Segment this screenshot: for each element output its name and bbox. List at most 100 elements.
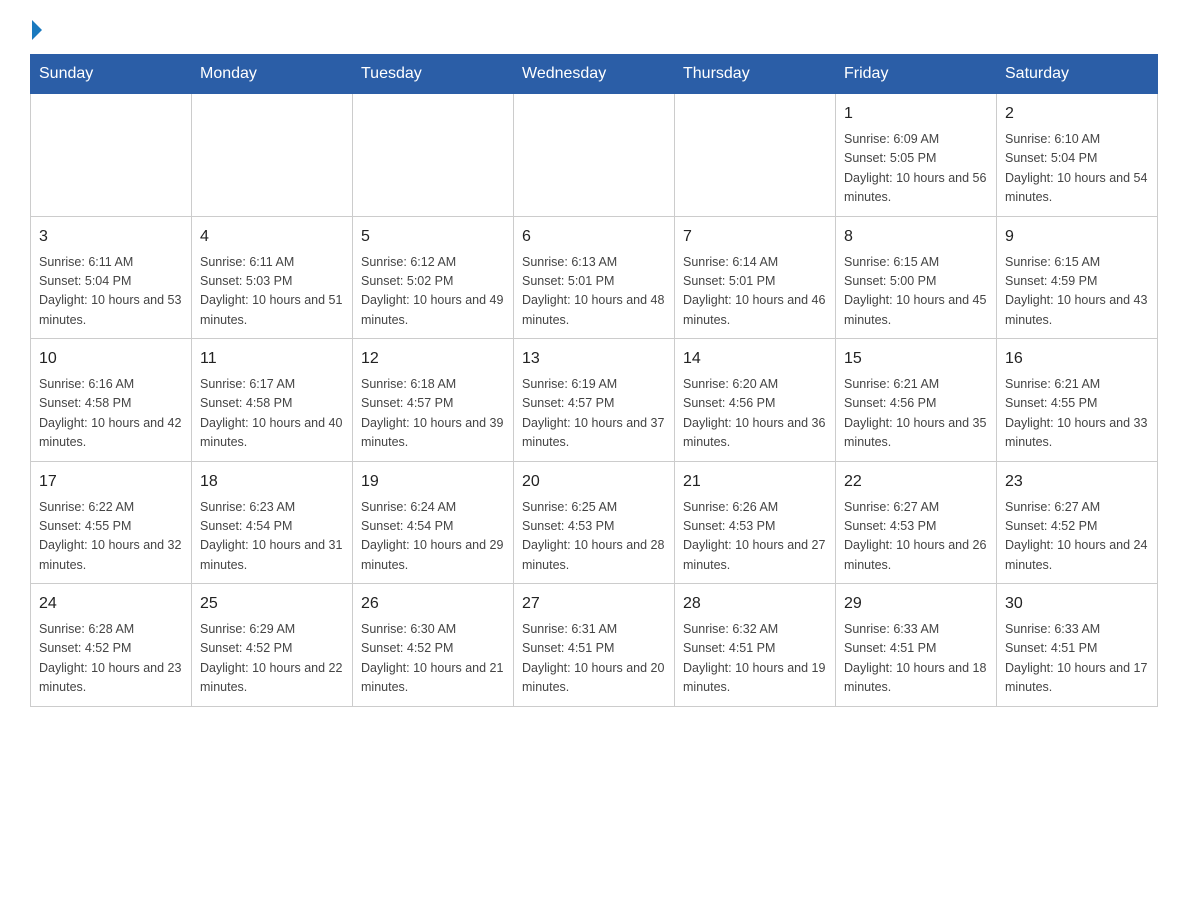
day-cell: 3 Sunrise: 6:11 AMSunset: 5:04 PMDaylight…: [31, 216, 192, 339]
logo-text: [30, 20, 42, 42]
day-number: 4: [200, 225, 344, 249]
day-cell: 26Sunrise: 6:30 AMSunset: 4:52 PMDayligh…: [353, 584, 514, 707]
day-info: Sunrise: 6:26 AMSunset: 4:53 PMDaylight:…: [683, 498, 827, 576]
day-number: 19: [361, 470, 505, 494]
day-cell: [675, 94, 836, 217]
day-info: Sunrise: 6:27 AMSunset: 4:53 PMDaylight:…: [844, 498, 988, 576]
day-number: 15: [844, 347, 988, 371]
day-info: Sunrise: 6:09 AMSunset: 5:05 PMDaylight:…: [844, 130, 988, 208]
day-cell: 7 Sunrise: 6:14 AMSunset: 5:01 PMDaylight…: [675, 216, 836, 339]
day-number: 2: [1005, 102, 1149, 126]
week-row-4: 17 Sunrise: 6:22 AMSunset: 4:55 PMDayligh…: [31, 461, 1158, 584]
day-number: 26: [361, 592, 505, 616]
day-info: Sunrise: 6:21 AMSunset: 4:55 PMDaylight:…: [1005, 375, 1149, 453]
day-number: 22: [844, 470, 988, 494]
day-number: 7: [683, 225, 827, 249]
day-cell: 24 Sunrise: 6:28 AMSunset: 4:52 PMDayligh…: [31, 584, 192, 707]
day-cell: 19 Sunrise: 6:24 AMSunset: 4:54 PMDayligh…: [353, 461, 514, 584]
day-cell: 20 Sunrise: 6:25 AMSunset: 4:53 PMDayligh…: [514, 461, 675, 584]
page-header: [30, 20, 1158, 38]
day-cell: [31, 94, 192, 217]
day-cell: 12 Sunrise: 6:18 AMSunset: 4:57 PMDayligh…: [353, 339, 514, 462]
day-number: 21: [683, 470, 827, 494]
day-info: Sunrise: 6:23 AMSunset: 4:54 PMDaylight:…: [200, 498, 344, 576]
day-info: Sunrise: 6:15 AMSunset: 5:00 PMDaylight:…: [844, 253, 988, 331]
day-cell: 17 Sunrise: 6:22 AMSunset: 4:55 PMDayligh…: [31, 461, 192, 584]
day-info: Sunrise: 6:27 AMSunset: 4:52 PMDaylight:…: [1005, 498, 1149, 576]
day-cell: 14 Sunrise: 6:20 AMSunset: 4:56 PMDayligh…: [675, 339, 836, 462]
day-info: Sunrise: 6:21 AMSunset: 4:56 PMDaylight:…: [844, 375, 988, 453]
day-number: 11: [200, 347, 344, 371]
day-info: Sunrise: 6:10 AMSunset: 5:04 PMDaylight:…: [1005, 130, 1149, 208]
day-cell: 15 Sunrise: 6:21 AMSunset: 4:56 PMDayligh…: [836, 339, 997, 462]
day-cell: 22 Sunrise: 6:27 AMSunset: 4:53 PMDayligh…: [836, 461, 997, 584]
day-info: Sunrise: 6:19 AMSunset: 4:57 PMDaylight:…: [522, 375, 666, 453]
day-cell: 21 Sunrise: 6:26 AMSunset: 4:53 PMDayligh…: [675, 461, 836, 584]
day-number: 25: [200, 592, 344, 616]
day-info: Sunrise: 6:20 AMSunset: 4:56 PMDaylight:…: [683, 375, 827, 453]
day-number: 12: [361, 347, 505, 371]
day-number: 1: [844, 102, 988, 126]
day-number: 18: [200, 470, 344, 494]
day-cell: [353, 94, 514, 217]
day-cell: 8 Sunrise: 6:15 AMSunset: 5:00 PMDaylight…: [836, 216, 997, 339]
day-info: Sunrise: 6:15 AMSunset: 4:59 PMDaylight:…: [1005, 253, 1149, 331]
day-info: Sunrise: 6:31 AMSunset: 4:51 PMDaylight:…: [522, 620, 666, 698]
calendar-table: SundayMondayTuesdayWednesdayThursdayFrid…: [30, 54, 1158, 707]
day-number: 10: [39, 347, 183, 371]
day-cell: 9Sunrise: 6:15 AMSunset: 4:59 PMDaylight…: [997, 216, 1158, 339]
day-info: Sunrise: 6:33 AMSunset: 4:51 PMDaylight:…: [844, 620, 988, 698]
day-number: 17: [39, 470, 183, 494]
day-number: 6: [522, 225, 666, 249]
day-info: Sunrise: 6:16 AMSunset: 4:58 PMDaylight:…: [39, 375, 183, 453]
day-info: Sunrise: 6:32 AMSunset: 4:51 PMDaylight:…: [683, 620, 827, 698]
day-cell: [514, 94, 675, 217]
day-info: Sunrise: 6:12 AMSunset: 5:02 PMDaylight:…: [361, 253, 505, 331]
day-number: 8: [844, 225, 988, 249]
day-number: 14: [683, 347, 827, 371]
column-header-wednesday: Wednesday: [514, 55, 675, 94]
day-cell: 29 Sunrise: 6:33 AMSunset: 4:51 PMDayligh…: [836, 584, 997, 707]
column-header-tuesday: Tuesday: [353, 55, 514, 94]
day-number: 16: [1005, 347, 1149, 371]
day-number: 24: [39, 592, 183, 616]
day-cell: 11 Sunrise: 6:17 AMSunset: 4:58 PMDayligh…: [192, 339, 353, 462]
day-number: 27: [522, 592, 666, 616]
column-header-saturday: Saturday: [997, 55, 1158, 94]
day-info: Sunrise: 6:13 AMSunset: 5:01 PMDaylight:…: [522, 253, 666, 331]
day-number: 30: [1005, 592, 1149, 616]
day-number: 29: [844, 592, 988, 616]
day-info: Sunrise: 6:25 AMSunset: 4:53 PMDaylight:…: [522, 498, 666, 576]
day-info: Sunrise: 6:17 AMSunset: 4:58 PMDaylight:…: [200, 375, 344, 453]
day-info: Sunrise: 6:24 AMSunset: 4:54 PMDaylight:…: [361, 498, 505, 576]
week-row-2: 3 Sunrise: 6:11 AMSunset: 5:04 PMDaylight…: [31, 216, 1158, 339]
day-cell: 23 Sunrise: 6:27 AMSunset: 4:52 PMDayligh…: [997, 461, 1158, 584]
day-info: Sunrise: 6:11 AMSunset: 5:04 PMDaylight:…: [39, 253, 183, 331]
day-cell: 18 Sunrise: 6:23 AMSunset: 4:54 PMDayligh…: [192, 461, 353, 584]
week-row-5: 24 Sunrise: 6:28 AMSunset: 4:52 PMDayligh…: [31, 584, 1158, 707]
day-info: Sunrise: 6:29 AMSunset: 4:52 PMDaylight:…: [200, 620, 344, 698]
week-row-1: 1 Sunrise: 6:09 AMSunset: 5:05 PMDaylight…: [31, 94, 1158, 217]
day-number: 20: [522, 470, 666, 494]
day-cell: 30 Sunrise: 6:33 AMSunset: 4:51 PMDayligh…: [997, 584, 1158, 707]
day-cell: 10 Sunrise: 6:16 AMSunset: 4:58 PMDayligh…: [31, 339, 192, 462]
column-header-monday: Monday: [192, 55, 353, 94]
day-cell: 5 Sunrise: 6:12 AMSunset: 5:02 PMDaylight…: [353, 216, 514, 339]
day-info: Sunrise: 6:22 AMSunset: 4:55 PMDaylight:…: [39, 498, 183, 576]
day-number: 5: [361, 225, 505, 249]
logo-triangle-icon: [32, 20, 42, 40]
day-info: Sunrise: 6:11 AMSunset: 5:03 PMDaylight:…: [200, 253, 344, 331]
day-info: Sunrise: 6:28 AMSunset: 4:52 PMDaylight:…: [39, 620, 183, 698]
day-cell: 27 Sunrise: 6:31 AMSunset: 4:51 PMDayligh…: [514, 584, 675, 707]
day-cell: 2 Sunrise: 6:10 AMSunset: 5:04 PMDaylight…: [997, 94, 1158, 217]
day-number: 3: [39, 225, 183, 249]
day-info: Sunrise: 6:18 AMSunset: 4:57 PMDaylight:…: [361, 375, 505, 453]
day-info: Sunrise: 6:33 AMSunset: 4:51 PMDaylight:…: [1005, 620, 1149, 698]
day-cell: 6 Sunrise: 6:13 AMSunset: 5:01 PMDaylight…: [514, 216, 675, 339]
day-number: 23: [1005, 470, 1149, 494]
column-header-sunday: Sunday: [31, 55, 192, 94]
day-info: Sunrise: 6:14 AMSunset: 5:01 PMDaylight:…: [683, 253, 827, 331]
day-cell: 4 Sunrise: 6:11 AMSunset: 5:03 PMDaylight…: [192, 216, 353, 339]
day-cell: 13Sunrise: 6:19 AMSunset: 4:57 PMDayligh…: [514, 339, 675, 462]
calendar-header-row: SundayMondayTuesdayWednesdayThursdayFrid…: [31, 55, 1158, 94]
